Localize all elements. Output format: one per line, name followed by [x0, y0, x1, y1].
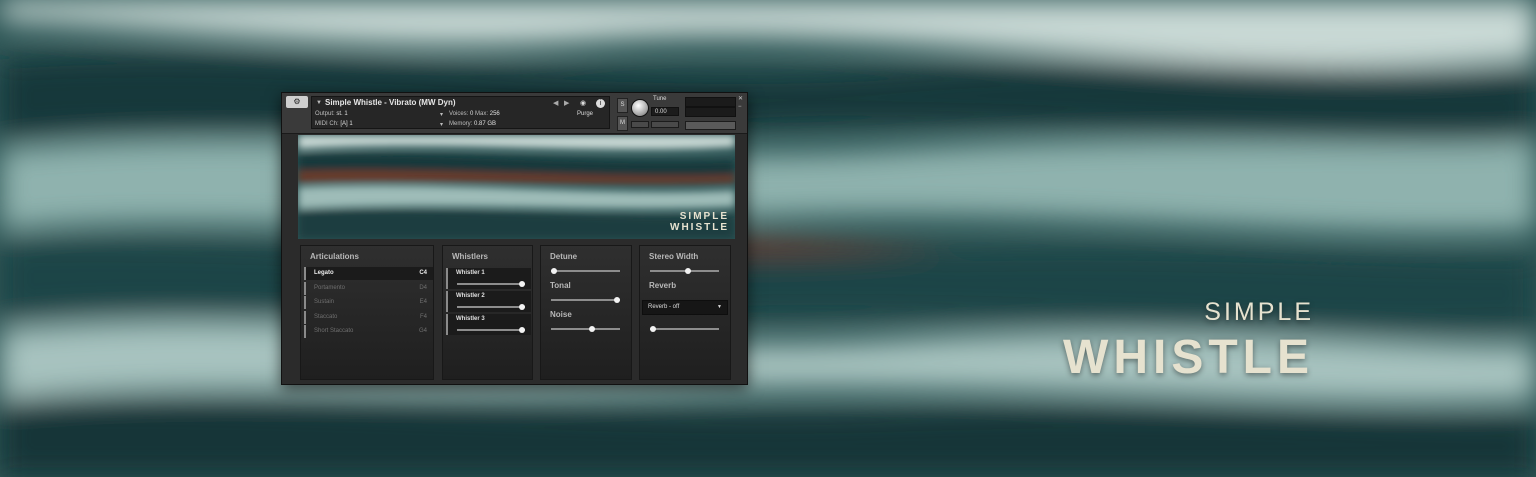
articulation-label: Portamento — [314, 284, 346, 291]
articulation-item[interactable]: Portamento D4 — [304, 281, 433, 295]
midi-dropdown-icon[interactable]: ▾ — [440, 121, 443, 128]
midi-label: MIDI Ch: — [315, 121, 339, 127]
articulation-label: Staccato — [314, 313, 338, 320]
whistler-item[interactable]: Whistler 3 — [446, 314, 531, 335]
noise-slider[interactable] — [551, 326, 620, 332]
reverb-label: Reverb — [649, 281, 677, 290]
level-meter-right — [685, 107, 736, 117]
instrument-name[interactable]: Simple Whistle - Vibrato (MW Dyn) — [325, 98, 456, 107]
stereo-width-label: Stereo Width — [649, 252, 699, 261]
caret-down-icon[interactable]: ▼ — [316, 100, 322, 106]
detune-label: Detune — [550, 252, 578, 261]
instrument-header: ⚙ ▼ Simple Whistle - Vibrato (MW Dyn) ◀ … — [282, 93, 747, 134]
tonal-slider[interactable] — [551, 297, 620, 303]
next-instrument-icon[interactable]: ▶ — [564, 99, 569, 107]
prev-instrument-icon[interactable]: ◀ — [553, 99, 558, 107]
tonal-label: Tonal — [550, 281, 571, 290]
slider-thumb[interactable] — [588, 326, 595, 332]
articulation-item[interactable]: Staccato F4 — [304, 310, 433, 324]
output-label: Output: — [315, 111, 335, 117]
articulation-label: Legato — [314, 270, 334, 276]
articulation-label: Sustain — [314, 299, 335, 306]
tone-panel: Detune Tonal Noise — [540, 245, 632, 380]
articulation-item[interactable]: Sustain E4 — [304, 296, 433, 310]
whistlers-title: Whistlers — [452, 252, 489, 261]
camera-icon[interactable]: ◉ — [578, 99, 588, 108]
whistler-item[interactable]: Whistler 1 — [446, 268, 531, 289]
solo-button[interactable]: S — [617, 98, 628, 113]
slider-thumb[interactable] — [519, 304, 525, 310]
memory-label: Memory: — [449, 121, 473, 127]
reverb-select[interactable]: Reverb - off ▼ — [642, 300, 728, 315]
plugin-window: ⚙ ▼ Simple Whistle - Vibrato (MW Dyn) ◀ … — [281, 92, 748, 385]
info-icon[interactable]: i — [596, 99, 605, 108]
whistlers-panel: Whistlers Whistler 1 Whistler 2 Whistler 3 — [442, 245, 533, 380]
tune-value[interactable]: 0.00 — [651, 107, 679, 116]
articulations-title: Articulations — [310, 252, 359, 261]
noise-label: Noise — [550, 310, 572, 319]
mute-button[interactable]: M — [617, 116, 628, 131]
chevron-down-icon: ▼ — [717, 304, 722, 310]
tune-label: Tune — [653, 96, 667, 102]
slider-thumb[interactable] — [684, 268, 691, 274]
articulation-key: E4 — [419, 299, 427, 306]
wrench-icon[interactable]: ⚙ — [286, 96, 308, 108]
reverb-select-value: Reverb - off — [648, 304, 680, 310]
articulation-label: Short Staccato — [314, 328, 354, 335]
whistler-volume-slider[interactable] — [457, 281, 525, 287]
voices-value: 0 — [470, 111, 474, 117]
midi-port[interactable]: [A] — [340, 121, 347, 127]
space-panel: Stereo Width Reverb Reverb - off ▼ — [639, 245, 731, 380]
slider-thumb[interactable] — [519, 281, 525, 287]
whistler-label: Whistler 2 — [456, 293, 485, 299]
output-dropdown-icon[interactable]: ▾ — [440, 111, 443, 118]
memory-value: 0.87 GB — [474, 121, 497, 127]
whistler-volume-slider[interactable] — [457, 304, 525, 310]
max-value[interactable]: 256 — [490, 111, 500, 117]
banner-title-line2: WHISTLE — [670, 222, 729, 233]
articulation-item[interactable]: Legato C4 — [304, 267, 433, 280]
close-icon[interactable]: ✕ − — [738, 95, 743, 111]
articulation-item[interactable]: Short Staccato G4 — [304, 325, 433, 339]
stereo-width-slider[interactable] — [650, 268, 719, 274]
banner-title-line1: SIMPLE — [679, 211, 729, 222]
background-art — [0, 0, 1536, 477]
articulations-panel: Articulations Legato C4 Portamento D4 Sustai… — [300, 245, 434, 380]
articulation-key: F4 — [419, 313, 427, 320]
hero-title-line2: WHISTLE — [1063, 331, 1314, 384]
slider-thumb[interactable] — [551, 268, 557, 274]
slider-thumb[interactable] — [519, 327, 525, 333]
articulation-key: G4 — [418, 328, 427, 335]
tune-knob[interactable] — [631, 99, 649, 117]
output-value[interactable]: st. 1 — [336, 111, 347, 117]
hero-title-line1: SIMPLE — [1204, 298, 1314, 326]
whistler-volume-slider[interactable] — [457, 327, 525, 333]
whistler-label: Whistler 1 — [456, 270, 485, 276]
whistler-label: Whistler 3 — [456, 316, 485, 322]
articulation-key: C4 — [419, 270, 427, 276]
midi-value[interactable]: 1 — [349, 121, 352, 127]
purge-button[interactable]: Purge — [577, 111, 593, 117]
reverb-slider[interactable] — [650, 326, 719, 332]
volume-slider[interactable] — [685, 121, 736, 130]
slider-thumb[interactable] — [650, 326, 656, 332]
pv-button[interactable] — [651, 121, 679, 128]
instrument-info-panel: ▼ Simple Whistle - Vibrato (MW Dyn) ◀ ▶ … — [311, 96, 610, 129]
voices-label: Voices: — [449, 111, 469, 117]
articulation-key: D4 — [419, 284, 427, 291]
slider-thumb[interactable] — [614, 297, 620, 303]
instrument-banner: SIMPLE WHISTLE — [298, 135, 735, 239]
max-label: Max: — [475, 111, 489, 117]
level-meter-left — [685, 97, 736, 107]
whistler-item[interactable]: Whistler 2 — [446, 291, 531, 312]
aux-button[interactable] — [631, 121, 649, 128]
detune-slider[interactable] — [551, 268, 620, 274]
